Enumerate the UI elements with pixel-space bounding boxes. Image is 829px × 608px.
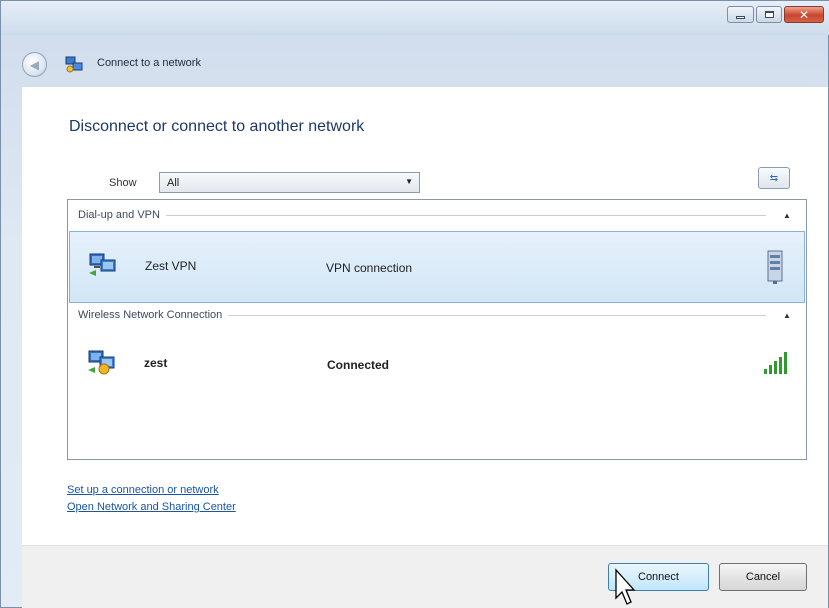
network-status: VPN connection — [326, 261, 413, 275]
mouse-cursor-icon — [615, 568, 636, 605]
close-icon: ✕ — [798, 7, 810, 22]
back-button[interactable]: ◀ — [22, 52, 47, 77]
maximize-icon — [764, 11, 774, 18]
signal-strength-icon — [764, 352, 787, 374]
refresh-button[interactable]: ⇆ — [758, 167, 790, 189]
chevron-up-icon[interactable]: ▲ — [778, 211, 796, 220]
maximize-button[interactable] — [756, 6, 782, 23]
group-divider — [165, 214, 766, 216]
show-filter-dropdown[interactable]: All ▼ — [159, 172, 420, 193]
button-bar: Connect Cancel — [22, 545, 828, 608]
window-title: Connect to a network — [97, 57, 201, 69]
group-header-wireless[interactable]: Wireless Network Connection ▲ — [68, 303, 806, 327]
task-links: Set up a connection or network Open Netw… — [67, 482, 236, 516]
group-divider — [228, 314, 766, 316]
list-item[interactable]: zest Connected — [69, 329, 805, 401]
window-controls: ✕ — [727, 6, 824, 23]
network-sharing-center-link[interactable]: Open Network and Sharing Center — [67, 499, 236, 516]
show-filter-value: All — [167, 176, 180, 189]
minimize-icon — [736, 16, 745, 19]
group-title: Wireless Network Connection — [78, 309, 223, 321]
content-pane: Disconnect or connect to another network… — [22, 87, 828, 545]
network-list: Dial-up and VPN ▲ Zest VPN VPN connectio… — [67, 199, 807, 460]
chevron-up-icon[interactable]: ▲ — [778, 311, 796, 320]
network-status: Connected — [327, 358, 390, 372]
title-bar[interactable]: ✕ — [1, 1, 829, 35]
vpn-network-icon — [89, 253, 116, 276]
setup-connection-link[interactable]: Set up a connection or network — [67, 482, 236, 499]
back-arrow-icon: ◀ — [29, 57, 40, 72]
close-button[interactable]: ✕ — [784, 6, 824, 23]
wireless-network-icon — [88, 350, 115, 375]
group-header-dialup[interactable]: Dial-up and VPN ▲ — [68, 203, 806, 227]
chevron-down-icon: ▼ — [405, 177, 413, 186]
window-frame: ✕ ◀ Connect to a network Disconnect or c… — [0, 0, 829, 608]
group-title: Dial-up and VPN — [78, 209, 160, 221]
network-name: Zest VPN — [145, 259, 197, 273]
list-item[interactable]: Zest VPN VPN connection — [69, 231, 805, 303]
vpn-server-icon — [767, 250, 783, 284]
page-heading: Disconnect or connect to another network — [69, 118, 365, 135]
network-icon — [65, 56, 83, 73]
cancel-button[interactable]: Cancel — [719, 563, 807, 591]
refresh-icon: ⇆ — [769, 172, 779, 184]
show-label: Show — [109, 177, 137, 189]
minimize-button[interactable] — [727, 6, 754, 23]
navigation-bar: ◀ Connect to a network — [1, 35, 829, 87]
network-name: zest — [144, 356, 168, 370]
